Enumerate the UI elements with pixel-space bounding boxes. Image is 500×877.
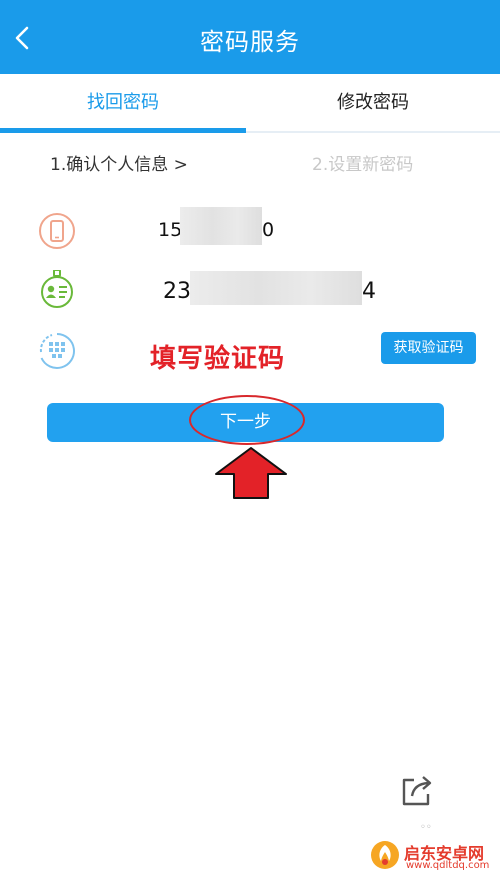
id-card-blur-mask [190, 271, 362, 305]
step-confirm-info: 1.确认个人信息 > [50, 155, 188, 175]
share-button[interactable] [398, 772, 436, 808]
annotation-ellipse [189, 395, 305, 445]
phone-prefix: 15 [158, 219, 183, 241]
get-code-button[interactable]: 获取验证码 [381, 332, 476, 364]
phone-icon [39, 213, 75, 249]
step-set-new-password: 2.设置新密码 [312, 155, 414, 175]
watermark-url: www.qdltdq.com [406, 860, 490, 871]
top-app-bar: 密码服务 [0, 0, 500, 74]
phone-suffix: 0 [262, 219, 275, 241]
id-card-suffix: 4 [362, 279, 376, 304]
tab-bar: 找回密码 修改密码 [0, 74, 500, 134]
phone-blur-mask [180, 207, 262, 245]
faint-dots: ◦◦ [420, 822, 432, 833]
id-card-row: 23 4 [0, 262, 500, 322]
watermark: 启东安卓网 www.qdltdq.com [370, 840, 500, 872]
tab-recover-password[interactable]: 找回密码 [0, 74, 246, 134]
id-card-prefix: 23 [163, 279, 191, 304]
page-title: 密码服务 [200, 28, 300, 56]
watermark-logo-icon [371, 841, 399, 869]
phone-row: 15 0 [0, 200, 500, 260]
id-card-icon [41, 270, 73, 308]
annotation-arrow-icon [215, 447, 287, 499]
tab-change-password[interactable]: 修改密码 [246, 74, 500, 134]
step-indicator: 1.确认个人信息 > 2.设置新密码 [0, 134, 500, 190]
active-tab-indicator [0, 128, 246, 133]
annotation-fill-captcha: 填写验证码 [150, 344, 286, 374]
tab-divider [246, 131, 500, 133]
share-icon [402, 776, 432, 806]
captcha-icon [39, 333, 75, 369]
